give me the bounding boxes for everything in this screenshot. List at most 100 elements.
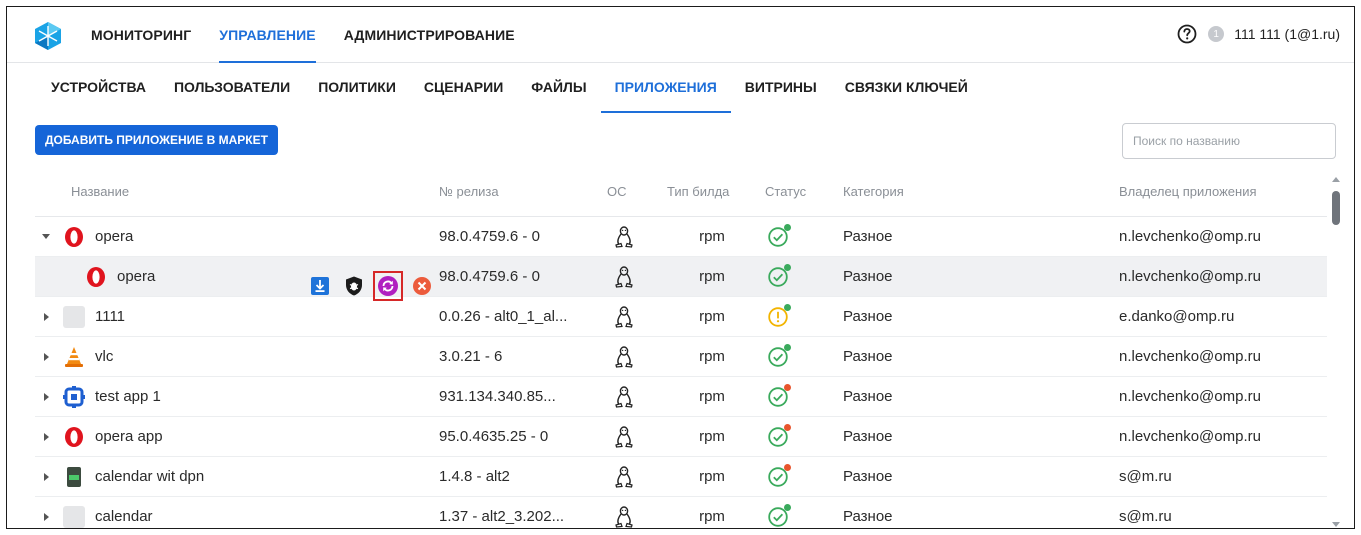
caret-right-icon[interactable]	[43, 352, 49, 361]
search-input[interactable]	[1122, 123, 1336, 159]
owner-cell: n.levchenko@omp.ru	[1119, 348, 1261, 365]
status-dot	[784, 343, 791, 351]
table-row[interactable]: opera 98.0.4759.6 - 0 rpm Разное n.levchenko…	[35, 217, 1327, 257]
cancel-icon[interactable]	[411, 275, 433, 297]
app-name[interactable]: 1111	[95, 308, 125, 325]
owner-cell: n.levchenko@omp.ru	[1119, 388, 1261, 405]
expand-cell[interactable]	[35, 312, 57, 321]
user-name[interactable]: 111 111 (1@1.ru)	[1234, 26, 1340, 42]
table-row[interactable]: 1111 0.0.26 - alt0_1_al... rpm Разное e.dank…	[35, 297, 1327, 337]
name-cell: opera	[57, 226, 439, 248]
app-name[interactable]: vlc	[95, 348, 113, 365]
nav-monitoring[interactable]: МОНИТОРИНГ	[77, 7, 205, 63]
tab-keychains[interactable]: СВЯЗКИ КЛЮЧЕЙ	[831, 63, 982, 113]
caret-down-icon[interactable]	[42, 234, 50, 239]
linux-icon	[585, 305, 663, 328]
tab-users[interactable]: ПОЛЬЗОВАТЕЛИ	[160, 63, 304, 113]
category-cell: Разное	[843, 428, 893, 445]
status-cell	[761, 423, 843, 448]
table-row[interactable]: opera app 95.0.4635.25 - 0 rpm Разное n.levc…	[35, 417, 1327, 457]
table-body: opera 98.0.4759.6 - 0 rpm Разное n.levchenko…	[35, 217, 1327, 528]
nav-administration[interactable]: АДМИНИСТРИРОВАНИЕ	[330, 7, 529, 63]
table-row[interactable]: calendar 1.37 - alt2_3.202... rpm Разное s@m…	[35, 497, 1327, 528]
top-bar: МОНИТОРИНГ УПРАВЛЕНИЕ АДМИНИСТРИРОВАНИЕ …	[7, 7, 1354, 63]
sync-icon[interactable]	[373, 270, 403, 301]
bug-shield-icon[interactable]	[343, 275, 365, 297]
status-cell	[761, 343, 843, 368]
name-cell: opera	[57, 266, 439, 301]
expand-cell[interactable]	[35, 512, 57, 521]
status-cell	[761, 383, 843, 408]
opera-icon	[63, 226, 85, 248]
status-cell	[761, 303, 843, 328]
header-status[interactable]: Статус	[761, 184, 843, 199]
add-app-to-market-button[interactable]: ДОБАВИТЬ ПРИЛОЖЕНИЕ В МАРКЕТ	[35, 125, 278, 155]
caret-right-icon[interactable]	[43, 472, 49, 481]
build-type-cell: rpm	[699, 308, 725, 325]
tab-devices[interactable]: УСТРОЙСТВА	[37, 63, 160, 113]
download-icon[interactable]	[309, 275, 331, 297]
header-category[interactable]: Категория	[843, 184, 1119, 199]
opera-icon	[85, 266, 107, 288]
app-name[interactable]: test app 1	[95, 388, 161, 405]
caret-right-icon[interactable]	[43, 432, 49, 441]
header-owner[interactable]: Владелец приложения	[1119, 184, 1299, 199]
status-cell	[761, 263, 843, 288]
scrollbar-thumb[interactable]	[1332, 191, 1340, 225]
scroll-up-icon[interactable]	[1332, 177, 1340, 182]
caret-right-icon[interactable]	[43, 512, 49, 521]
tab-applications[interactable]: ПРИЛОЖЕНИЯ	[600, 63, 732, 113]
tab-files[interactable]: ФАЙЛЫ	[517, 63, 600, 113]
release-cell: 1.37 - alt2_3.202...	[439, 508, 565, 525]
caret-right-icon[interactable]	[43, 312, 49, 321]
status-dot	[784, 383, 791, 391]
app-logo-icon[interactable]	[33, 21, 63, 51]
nav-management[interactable]: УПРАВЛЕНИЕ	[205, 7, 329, 63]
owner-cell: e.danko@omp.ru	[1119, 308, 1235, 325]
expand-cell[interactable]	[35, 432, 57, 441]
placeholder-icon	[63, 505, 85, 528]
user-area: 1 111 111 (1@1.ru)	[1176, 23, 1340, 45]
status-dot	[784, 463, 791, 471]
sub-nav: УСТРОЙСТВА ПОЛЬЗОВАТЕЛИ ПОЛИТИКИ СЦЕНАРИ…	[37, 63, 982, 113]
app-name[interactable]: calendar	[95, 508, 153, 525]
app-name[interactable]: opera	[117, 268, 155, 285]
header-build-type[interactable]: Тип билда	[663, 184, 761, 199]
main-nav: МОНИТОРИНГ УПРАВЛЕНИЕ АДМИНИСТРИРОВАНИЕ	[77, 7, 529, 63]
tab-showcases[interactable]: ВИТРИНЫ	[731, 63, 831, 113]
expand-cell[interactable]	[35, 472, 57, 481]
table-subrow[interactable]: opera 98.0.4759.6 - 0 rpm Разное n.levchenko…	[35, 257, 1327, 301]
status-ok-icon	[767, 503, 791, 528]
status-ok-icon	[767, 343, 791, 368]
release-cell: 98.0.4759.6 - 0	[439, 268, 540, 285]
name-cell: opera app	[57, 426, 439, 448]
app-window: МОНИТОРИНГ УПРАВЛЕНИЕ АДМИНИСТРИРОВАНИЕ …	[6, 6, 1355, 529]
app-name[interactable]: opera	[95, 228, 133, 245]
app-name[interactable]: opera app	[95, 428, 163, 445]
status-ok-icon	[767, 423, 791, 448]
help-icon[interactable]	[1176, 23, 1198, 45]
table-row[interactable]: calendar wit dpn 1.4.8 - alt2 rpm Разное s@m…	[35, 457, 1327, 497]
vlc-icon	[63, 346, 85, 368]
category-cell: Разное	[843, 268, 893, 285]
app-name[interactable]: calendar wit dpn	[95, 468, 204, 485]
header-os[interactable]: ОС	[585, 184, 663, 199]
table-row[interactable]: vlc 3.0.21 - 6 rpm Разное n.levchenko@omp.ru	[35, 337, 1327, 377]
status-ok-icon	[767, 463, 791, 488]
owner-cell: s@m.ru	[1119, 468, 1172, 485]
expand-cell[interactable]	[35, 352, 57, 361]
caret-right-icon[interactable]	[43, 392, 49, 401]
header-name[interactable]: Название	[57, 184, 439, 199]
table-row[interactable]: test app 1 931.134.340.85... rpm Разное n.le…	[35, 377, 1327, 417]
status-dot	[784, 303, 791, 311]
linux-icon	[585, 345, 663, 368]
expand-cell[interactable]	[35, 392, 57, 401]
header-release[interactable]: № релиза	[439, 184, 585, 199]
tab-scenarios[interactable]: СЦЕНАРИИ	[410, 63, 517, 113]
expand-cell[interactable]	[35, 234, 57, 239]
scrollbar[interactable]	[1332, 177, 1340, 527]
scroll-down-icon[interactable]	[1332, 522, 1340, 527]
calendar-app-icon	[63, 466, 85, 488]
linux-icon	[585, 225, 663, 248]
tab-policies[interactable]: ПОЛИТИКИ	[304, 63, 410, 113]
